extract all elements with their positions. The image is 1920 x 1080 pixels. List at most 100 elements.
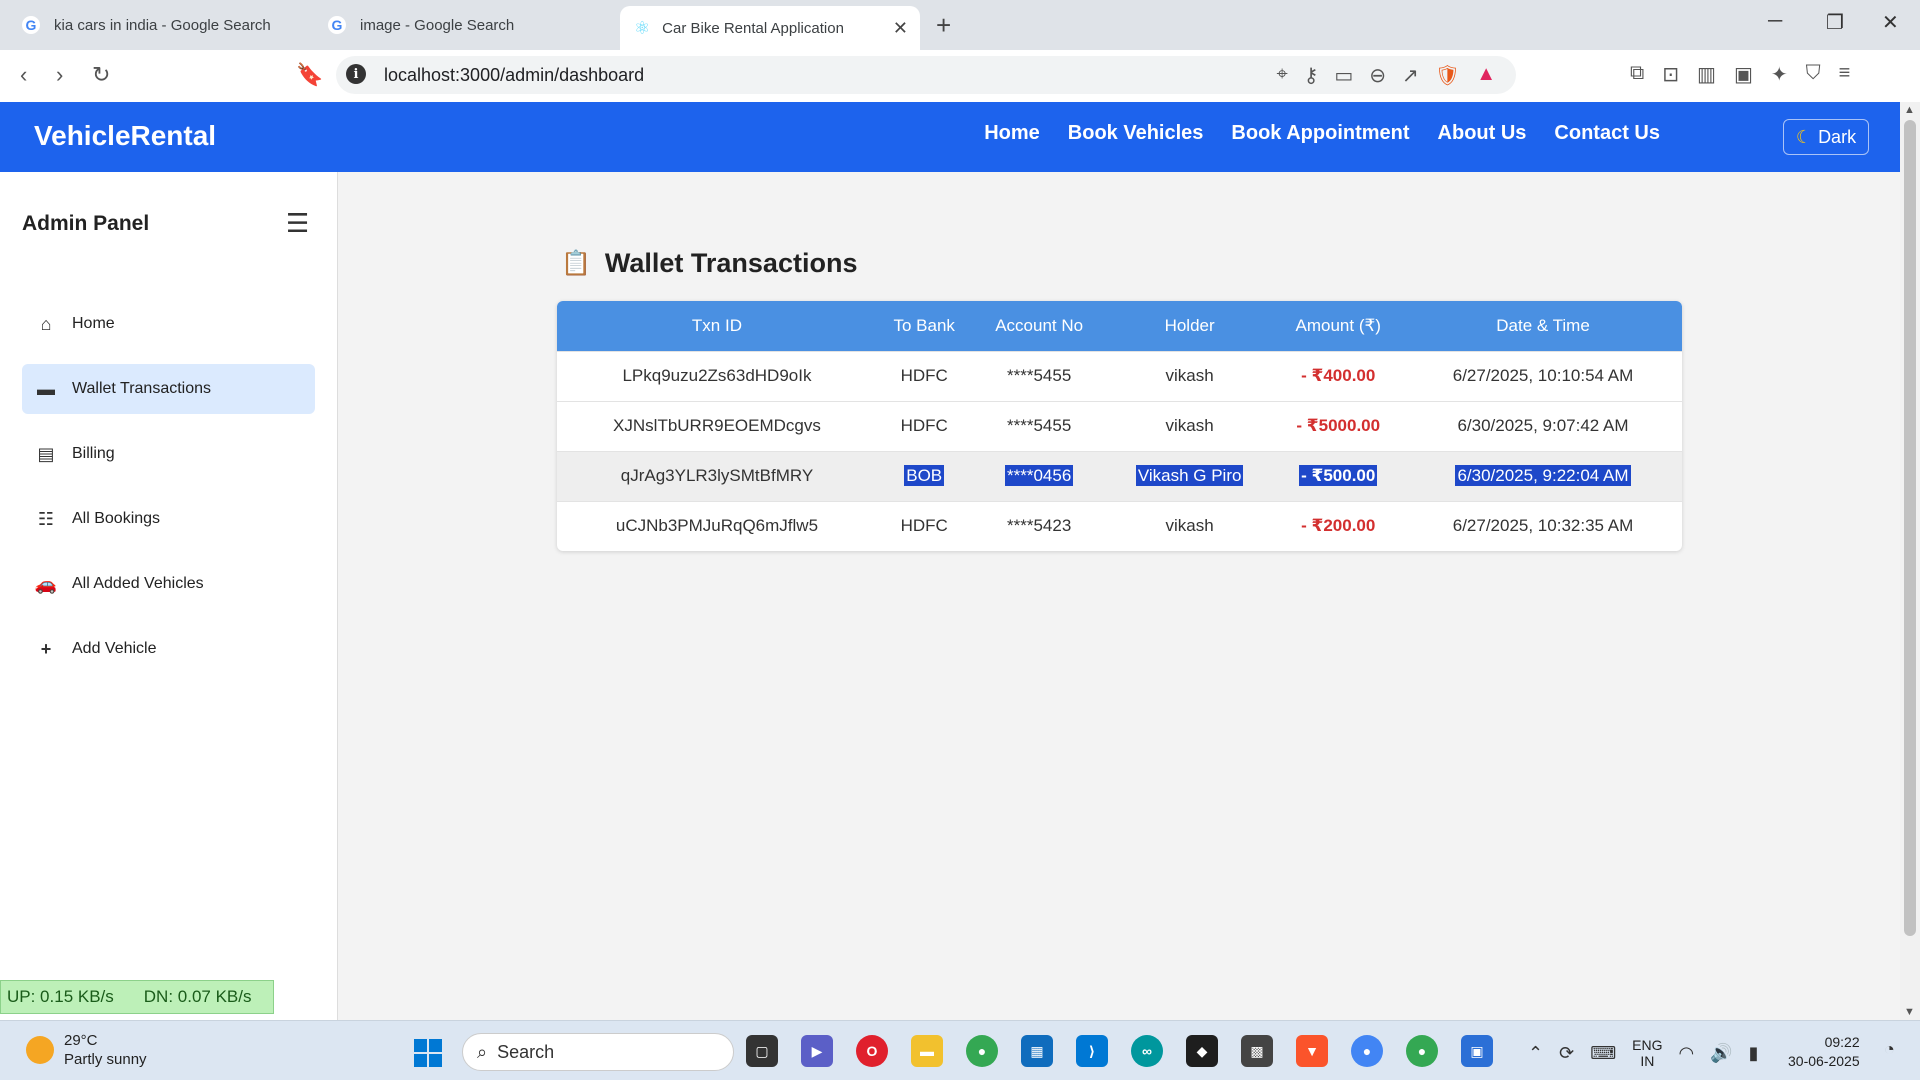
nav-contact-us[interactable]: Contact Us — [1554, 122, 1660, 145]
chrome-icon[interactable]: ● — [966, 1035, 998, 1067]
address-bar[interactable]: i localhost:3000/admin/dashboard ⌖ ⚷ ▭ ⊖… — [336, 56, 1516, 94]
cast-icon[interactable]: ▭ — [1334, 63, 1353, 88]
vpn-icon[interactable]: ⛉ — [1806, 62, 1821, 87]
sidebar-item-all-bookings[interactable]: ☷ All Bookings — [22, 494, 315, 544]
dark-mode-label: Dark — [1818, 126, 1857, 147]
txn-id-cell: qJrAg3YLR3lySMtBfMRY — [557, 450, 877, 501]
app-navbar: VehicleRental Home Book Vehicles Book Ap… — [0, 102, 1900, 172]
wallet-icon[interactable]: ▣ — [1734, 62, 1753, 87]
scroll-down-icon[interactable]: ▼ — [1904, 1006, 1915, 1018]
weather-widget[interactable]: 29°C Partly sunny — [26, 1031, 147, 1069]
plus-icon: + — [40, 638, 52, 659]
chevron-up-icon[interactable]: ⌃ — [1528, 1043, 1543, 1064]
browser-tab[interactable]: G image - Google Search — [314, 6, 614, 44]
weather-desc: Partly sunny — [64, 1051, 147, 1068]
datetime-cell: 6/30/2025, 9:07:42 AM — [1404, 400, 1682, 451]
browser-tab-active[interactable]: ⚛ Car Bike Rental Application ✕ — [620, 6, 920, 50]
forward-icon[interactable]: › — [56, 62, 63, 88]
hamburger-icon[interactable]: ☰ — [286, 208, 309, 239]
app-icon[interactable]: ▩ — [1241, 1035, 1273, 1067]
keyboard-icon[interactable]: ⌨ — [1590, 1043, 1616, 1064]
url-text[interactable]: localhost:3000/admin/dashboard — [384, 65, 644, 86]
menu-icon[interactable]: ≡ — [1839, 62, 1851, 87]
scroll-up-icon[interactable]: ▲ — [1904, 104, 1915, 116]
leo-ai-icon[interactable]: ✦ — [1771, 62, 1788, 87]
chrome-profile2-icon[interactable]: ● — [1406, 1035, 1438, 1067]
account-cell: ****5423 — [971, 500, 1107, 551]
task-view-icon[interactable]: ▢ — [746, 1035, 778, 1067]
nav-book-vehicles[interactable]: Book Vehicles — [1068, 122, 1204, 145]
account-cell: ****0456 — [1005, 465, 1074, 486]
sidebar-item-home[interactable]: ⌂ Home — [22, 299, 315, 349]
vscode-icon[interactable]: ⟩ — [1076, 1035, 1108, 1067]
holder-cell: vikash — [1106, 400, 1273, 451]
bank-cell: HDFC — [876, 500, 972, 551]
close-icon[interactable]: ✕ — [893, 18, 908, 39]
browser-tab[interactable]: G kia cars in india - Google Search — [8, 6, 308, 44]
page-scrollbar[interactable]: ▲ ▼ — [1900, 102, 1920, 1020]
location-icon[interactable]: ⌖ — [1276, 63, 1287, 88]
nav-about-us[interactable]: About Us — [1438, 122, 1527, 145]
taskbar-clock[interactable]: 09:22 30-06-2025 — [1788, 1033, 1860, 1071]
sidebar-item-wallet-transactions[interactable]: ▬ Wallet Transactions — [22, 364, 315, 414]
zoom-icon[interactable]: ⊖ — [1369, 63, 1386, 88]
sidebar-toggle-icon[interactable]: ▥ — [1697, 62, 1716, 87]
dark-mode-button[interactable]: ☾ Dark — [1783, 119, 1869, 155]
sync-icon[interactable]: ⟳ — [1559, 1043, 1574, 1064]
amount-cell: - ₹5000.00 — [1272, 400, 1405, 451]
tab-title: kia cars in india - Google Search — [54, 16, 271, 34]
reload-icon[interactable]: ↻ — [92, 62, 110, 88]
wallet-icon: ▬ — [37, 378, 55, 399]
taskbar-search[interactable]: ⌕ Search — [462, 1033, 734, 1071]
notification-icon[interactable]: ◔ — [1884, 1039, 1895, 1060]
info-icon[interactable]: i — [346, 64, 366, 84]
store-icon[interactable]: ▦ — [1021, 1035, 1053, 1067]
clipboard-icon: 📋 — [561, 250, 591, 277]
taskbar-apps: ▢ ▶ O ▬ ● ▦ ⟩ ∞ ◆ ▩ ▼ ● ● ▣ — [746, 1035, 1493, 1067]
new-tab-icon[interactable]: + — [936, 10, 951, 41]
brand-logo[interactable]: VehicleRental — [34, 120, 216, 152]
amount-cell: - ₹200.00 — [1272, 500, 1405, 551]
nav-home[interactable]: Home — [984, 122, 1040, 145]
clock-time: 09:22 — [1824, 1034, 1860, 1050]
tab-search-icon[interactable]: ⊡ — [1662, 62, 1679, 87]
figma-icon[interactable]: ◆ — [1186, 1035, 1218, 1067]
language-indicator[interactable]: ENG IN — [1632, 1037, 1662, 1069]
sidebar-item-all-added-vehicles[interactable]: 🚗 All Added Vehicles — [22, 559, 315, 609]
windows-start-icon[interactable] — [414, 1039, 442, 1067]
google-icon: G — [328, 16, 346, 34]
close-window-icon[interactable]: ✕ — [1882, 10, 1899, 35]
col-date-time: Date & Time — [1496, 315, 1590, 335]
table-header-row: Txn ID To Bank Account No Holder Amount … — [557, 301, 1682, 351]
wifi-icon[interactable]: ◠ — [1679, 1043, 1695, 1064]
col-amount: Amount (₹) — [1295, 315, 1381, 335]
arduino-icon[interactable]: ∞ — [1131, 1035, 1163, 1067]
app2-icon[interactable]: ▣ — [1461, 1035, 1493, 1067]
restore-icon[interactable]: ❐ — [1826, 10, 1844, 35]
scrollbar-thumb[interactable] — [1904, 120, 1916, 936]
share-icon[interactable]: ↗ — [1402, 63, 1419, 88]
minimize-icon[interactable]: ─ — [1768, 10, 1782, 33]
brave-icon[interactable]: ▼ — [1296, 1035, 1328, 1067]
sidebar-item-label: Add Vehicle — [72, 640, 157, 657]
rewards-icon[interactable]: ▲ — [1476, 63, 1496, 88]
chrome-profile-icon[interactable]: ● — [1351, 1035, 1383, 1067]
extensions-icon[interactable]: ⧉ — [1630, 62, 1644, 87]
holder-cell: vikash — [1106, 350, 1273, 401]
key-icon[interactable]: ⚷ — [1304, 63, 1319, 88]
battery-icon[interactable]: ▮ — [1749, 1043, 1759, 1064]
bookmark-icon[interactable]: 🔖 — [296, 62, 323, 88]
sidebar-item-add-vehicle[interactable]: + Add Vehicle — [22, 624, 315, 674]
back-icon[interactable]: ‹ — [20, 62, 27, 88]
browser-extensions: ⧉ ⊡ ▥ ▣ ✦ ⛉ ≡ — [1630, 62, 1850, 87]
meet-icon[interactable]: ▶ — [801, 1035, 833, 1067]
opera-icon[interactable]: O — [856, 1035, 888, 1067]
volume-icon[interactable]: 🔊 — [1710, 1043, 1732, 1064]
nav-book-appointment[interactable]: Book Appointment — [1231, 122, 1409, 145]
brave-shield-icon[interactable]: 🛡 — [1435, 63, 1460, 88]
upload-speed: UP: 0.15 KB/s — [7, 987, 114, 1006]
file-explorer-icon[interactable]: ▬ — [911, 1035, 943, 1067]
col-to-bank: To Bank — [893, 315, 955, 335]
taskbar-search-label: Search — [497, 1041, 555, 1062]
sidebar-item-billing[interactable]: ▤ Billing — [22, 429, 315, 479]
